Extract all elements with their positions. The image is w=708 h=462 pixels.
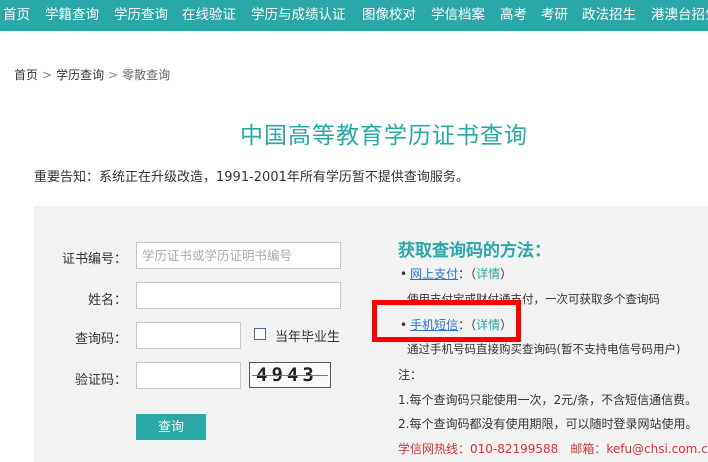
nav-enrollment-query[interactable]: 学籍查询 [45,0,99,31]
breadcrumb-separator: > [42,68,53,82]
query-code-input[interactable] [136,322,241,349]
cert-number-label: 证书编号： [61,252,127,267]
breadcrumb-home[interactable]: 首页 [14,68,38,82]
paren: ） [500,267,513,281]
captcha-input[interactable] [136,362,241,389]
query-button[interactable]: 查询 [136,414,206,440]
nav-archive[interactable]: 学信档案 [431,0,485,31]
query-code-label: 查询码： [74,332,127,347]
current-graduate-checkbox[interactable] [254,328,266,340]
note-1: 1.每个查询码只能使用一次，2元/条，不含短信通信费。 [398,393,698,407]
nav-hk-macau-tw[interactable]: 港澳台招生 [651,0,708,31]
cert-number-input[interactable] [136,242,341,269]
nav-law-admission[interactable]: 政法招生 [582,0,636,31]
breadcrumb-separator: > [108,68,119,82]
methods-title: 获取查询码的方法： [398,241,551,261]
current-graduate-label: 当年毕业生 [275,330,341,345]
nav-image-check[interactable]: 图像校对 [362,0,416,31]
breadcrumb-degree-query[interactable]: 学历查询 [56,68,104,82]
hotline-contact: 学信网热线：010-82199588 邮箱：kefu@chsi.com.cn [398,442,708,456]
nav-home[interactable]: 首页 [3,0,30,31]
note-2: 2.每个查询码都没有使用期限，可以随时登录网站使用。 [398,417,698,431]
nav-degree-query[interactable]: 学历查询 [114,0,168,31]
nav-online-verify[interactable]: 在线验证 [182,0,236,31]
top-nav: 首页 学籍查询 学历查询 在线验证 学历与成绩认证 图像校对 学信档案 高考 考… [0,0,708,31]
online-pay-item: • 网上支付：（详情） [400,265,512,282]
paren: ：（ [458,267,477,281]
nav-gaokao[interactable]: 高考 [500,0,527,31]
important-notice: 重要告知：系统正在升级改造，1991-2001年所有学历暂不提供查询服务。 [34,170,469,185]
name-input[interactable] [136,282,341,309]
bullet: • [400,267,408,281]
page-title: 中国高等教育学历证书查询 [240,123,528,149]
name-label: 姓名： [87,293,127,308]
online-pay-link[interactable]: 网上支付 [410,267,458,281]
breadcrumb-current: 零散查询 [122,68,171,82]
captcha-label: 验证码： [74,373,127,388]
captcha-image[interactable]: 4943 [249,362,331,388]
nav-kaoyan[interactable]: 考研 [541,0,568,31]
note-title: 注： [398,368,423,382]
sms-desc: 通过手机号码直接购买查询码(暂不支持电信号码用户) [407,342,681,356]
breadcrumb: 首页 > 学历查询 > 零散查询 [14,66,170,83]
nav-certification[interactable]: 学历与成绩认证 [251,0,346,31]
sms-highlight-box [372,300,521,342]
online-pay-detail-link[interactable]: 详情 [476,267,500,281]
